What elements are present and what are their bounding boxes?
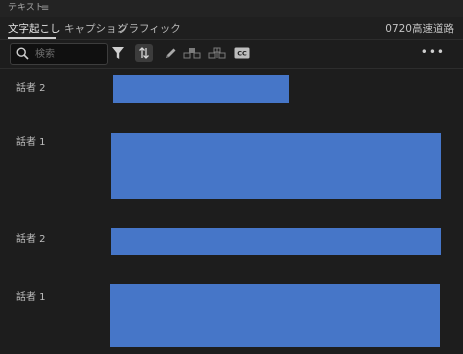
closed-captions-icon[interactable]: CC <box>233 44 251 62</box>
filter-icon[interactable] <box>109 44 127 62</box>
tab-bar: 文字起こし キャプション グラフィック 0720高速道路 <box>0 17 463 40</box>
panel-header: テキスト ≡ <box>0 0 463 18</box>
cc-label: CC <box>237 50 247 58</box>
speaker-label[interactable]: 話者 1 <box>16 133 46 148</box>
toolbar-divider <box>0 68 463 69</box>
tab-graphics[interactable]: グラフィック <box>118 21 181 36</box>
search-box[interactable] <box>10 43 108 65</box>
panel-title: テキスト <box>8 3 44 13</box>
transcript-text-block[interactable] <box>111 133 441 199</box>
transcript-text-block[interactable] <box>113 75 289 103</box>
transcript-text-block[interactable] <box>111 228 441 255</box>
hamburger-icon[interactable]: ≡ <box>41 0 49 17</box>
speaker-label[interactable]: 話者 2 <box>16 79 46 94</box>
pencil-icon[interactable] <box>161 44 179 62</box>
transcript-text-block[interactable] <box>110 284 440 347</box>
tab-transcript[interactable]: 文字起こし <box>8 21 61 36</box>
sync-icon[interactable] <box>135 44 153 62</box>
search-icon <box>16 47 29 60</box>
active-tab-indicator <box>8 37 56 39</box>
project-name: 0720高速道路 <box>385 23 454 35</box>
speaker-label[interactable]: 話者 2 <box>16 230 46 245</box>
toolbar: CC ••• <box>0 40 463 68</box>
speaker-label[interactable]: 話者 1 <box>16 288 46 303</box>
merge-segments-icon[interactable] <box>183 44 201 62</box>
split-segment-icon[interactable] <box>208 44 226 62</box>
search-input[interactable] <box>33 46 107 63</box>
more-options-icon[interactable]: ••• <box>421 45 445 59</box>
